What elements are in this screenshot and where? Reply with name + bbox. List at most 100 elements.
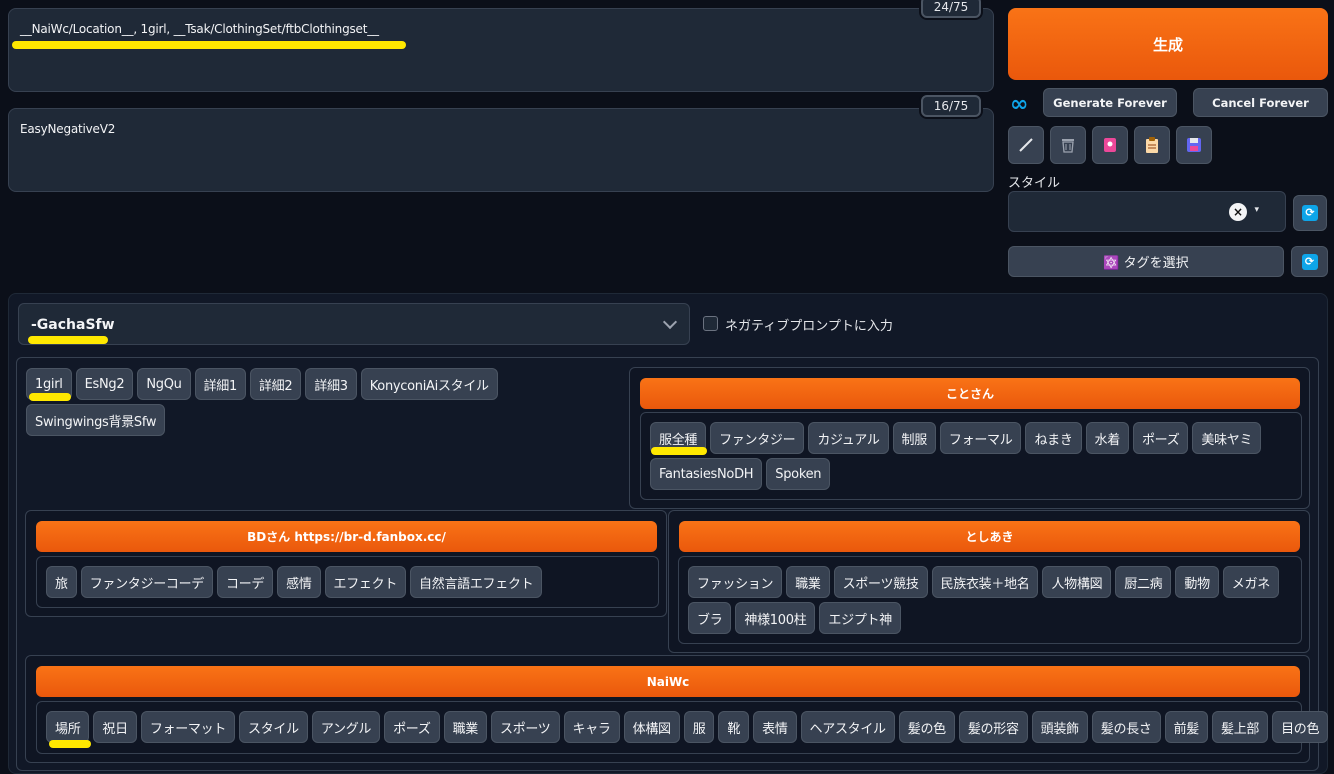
tag-button[interactable]: 制服 <box>892 422 936 454</box>
tag-button[interactable]: ポーズ <box>384 711 440 743</box>
tag-button[interactable]: ポーズ <box>1132 422 1189 454</box>
tag-button[interactable]: エフェクト <box>324 566 407 598</box>
group-naiwc: NaiWc 場所 祝日 フォーマット スタイル アングル ポーズ 職業 スポーツ… <box>25 655 1329 763</box>
tag-button[interactable]: 自然言語エフェクト <box>410 566 543 598</box>
tag-button[interactable]: 人物構図 <box>1042 566 1112 598</box>
wildcard-selected: -GachaSfw <box>31 317 115 333</box>
tag-button[interactable]: 詳細1 <box>194 368 246 400</box>
tag-button[interactable]: 厨二病 <box>1115 566 1172 598</box>
tag-button[interactable]: フォーマル <box>939 422 1022 454</box>
tag-button[interactable]: 頭装飾 <box>1031 711 1088 743</box>
pink-card-button[interactable] <box>1092 126 1128 164</box>
pink-card-icon <box>1104 138 1116 152</box>
prompt-token-counter: 24/75 <box>921 0 981 18</box>
tag-button[interactable]: スタイル <box>239 711 308 743</box>
tag-button[interactable]: EsNg2 <box>75 368 134 400</box>
tag-button[interactable]: FantasiesNoDH <box>650 458 763 490</box>
tag-button[interactable]: ファンタジーコーデ <box>80 566 214 598</box>
refresh-icon: ⟳ <box>1301 253 1318 270</box>
cancel-forever-button[interactable]: Cancel Forever <box>1193 88 1328 117</box>
tag-button[interactable]: 体構図 <box>623 711 680 743</box>
group-bd-header[interactable]: BDさん https://br-d.fanbox.cc/ <box>36 521 657 552</box>
tag-button[interactable]: エジプト神 <box>819 602 901 634</box>
tag-button[interactable]: 表情 <box>753 711 797 743</box>
tag-button[interactable]: 髪上部 <box>1212 711 1269 743</box>
group-toshiaki-tags: ファッション 職業 スポーツ競技 民族衣装＋地名 人物構図 厨二病 動物 メガネ… <box>678 556 1302 644</box>
style-dropdown[interactable]: × ▾ <box>1008 191 1286 232</box>
tag-button[interactable]: フォーマット <box>140 711 236 743</box>
tag-button[interactable]: ヘアスタイル <box>800 711 895 743</box>
tag-button[interactable]: 感情 <box>277 566 321 598</box>
tag-button[interactable]: ねまき <box>1025 422 1082 454</box>
tag-button[interactable]: KonyconiAiスタイル <box>360 368 498 400</box>
negative-token-counter: 16/75 <box>921 95 981 117</box>
caret-down-icon[interactable]: ▾ <box>1254 205 1259 215</box>
tag-button[interactable]: Spoken <box>766 458 831 490</box>
highlight-basho <box>49 740 91 748</box>
save-icon <box>1187 138 1201 152</box>
pencil-button[interactable] <box>1008 126 1044 164</box>
tag-button[interactable]: 民族衣装＋地名 <box>931 566 1039 598</box>
tag-button[interactable]: カジュアル <box>808 422 889 454</box>
clear-icon[interactable]: × <box>1229 203 1247 221</box>
tag-button[interactable]: 動物 <box>1175 566 1219 598</box>
top-tags: 1girl EsNg2 NgQu 詳細1 詳細2 詳細3 KonyconiAiス… <box>26 368 626 436</box>
tag-button[interactable]: 場所 <box>46 711 90 743</box>
tag-button[interactable]: 詳細3 <box>305 368 357 400</box>
negative-prompt-text: EasyNegativeV2 <box>20 122 116 136</box>
tag-button[interactable]: 美味ヤミ <box>1192 422 1262 454</box>
chevron-down-icon <box>662 314 678 330</box>
tag-button[interactable]: メガネ <box>1222 566 1279 598</box>
style-label: スタイル <box>1008 176 1061 191</box>
generate-forever-button[interactable]: Generate Forever <box>1043 88 1177 117</box>
group-kotosan-tags: 服全種 ファンタジー カジュアル 制服 フォーマル ねまき 水着 ポーズ 美味ヤ… <box>640 412 1302 500</box>
tag-button[interactable]: スポーツ <box>490 711 560 743</box>
tag-button[interactable]: アングル <box>311 711 381 743</box>
generate-button[interactable]: 生成 <box>1008 8 1328 80</box>
tag-button[interactable]: NgQu <box>137 368 191 400</box>
tag-button[interactable]: ファッション <box>688 566 783 598</box>
tag-select-button[interactable]: 🔯 タグを選択 <box>1008 246 1284 277</box>
group-naiwc-header[interactable]: NaiWc <box>36 666 1300 697</box>
tag-button[interactable]: 祝日 <box>93 711 137 743</box>
highlight-gacha <box>28 336 108 344</box>
tag-button[interactable]: 職業 <box>443 711 487 743</box>
tag-button[interactable]: 神様100柱 <box>735 602 816 634</box>
tag-button[interactable]: 服 <box>683 711 715 743</box>
negative-checkbox[interactable] <box>703 316 718 331</box>
negative-checkbox-label: ネガティブプロンプトに入力 <box>725 319 893 334</box>
pencil-icon <box>1019 138 1033 152</box>
tag-button[interactable]: 髪の形容 <box>958 711 1028 743</box>
save-button[interactable] <box>1176 126 1212 164</box>
negative-prompt-textarea[interactable]: EasyNegativeV2 <box>8 108 994 192</box>
infinity-icon[interactable]: ∞ <box>1010 92 1028 117</box>
tag-button[interactable]: Swingwings背景Sfw <box>26 404 166 436</box>
tag-button[interactable]: 目の色 <box>1272 711 1329 743</box>
trash-icon <box>1062 139 1074 153</box>
tag-button[interactable]: 靴 <box>718 711 750 743</box>
tag-button[interactable]: 旅 <box>46 566 77 598</box>
tag-button[interactable]: 水着 <box>1085 422 1129 454</box>
highlight-fuku <box>651 447 707 455</box>
group-toshiaki: としあき ファッション 職業 スポーツ競技 民族衣装＋地名 人物構図 厨二病 動… <box>668 510 1310 653</box>
group-toshiaki-header[interactable]: としあき <box>679 521 1300 552</box>
prompt-textarea[interactable]: __NaiWc/Location__, 1girl, __Tsak/Clothi… <box>8 8 994 92</box>
tag-button[interactable]: コーデ <box>217 566 274 598</box>
clipboard-button[interactable] <box>1134 126 1170 164</box>
highlight-prompt <box>12 41 406 49</box>
tag-button[interactable]: 詳細2 <box>249 368 302 400</box>
tag-button[interactable]: 髪の長さ <box>1091 711 1161 743</box>
group-kotosan-header[interactable]: ことさん <box>640 378 1300 409</box>
tag-button[interactable]: 前髪 <box>1164 711 1208 743</box>
tag-button[interactable]: ブラ <box>688 602 732 634</box>
clipboard-icon <box>1146 137 1158 153</box>
tag-button[interactable]: 髪の色 <box>898 711 955 743</box>
trash-button[interactable] <box>1050 126 1086 164</box>
wildcard-select[interactable]: -GachaSfw <box>18 303 690 345</box>
tag-button[interactable]: 職業 <box>786 566 830 598</box>
style-refresh-button[interactable]: ⟳ <box>1293 195 1327 231</box>
tag-button[interactable]: スポーツ競技 <box>833 566 928 598</box>
tag-button[interactable]: キャラ <box>563 711 620 743</box>
tag-button[interactable]: ファンタジー <box>710 422 805 454</box>
tag-refresh-button[interactable]: ⟳ <box>1291 246 1328 277</box>
